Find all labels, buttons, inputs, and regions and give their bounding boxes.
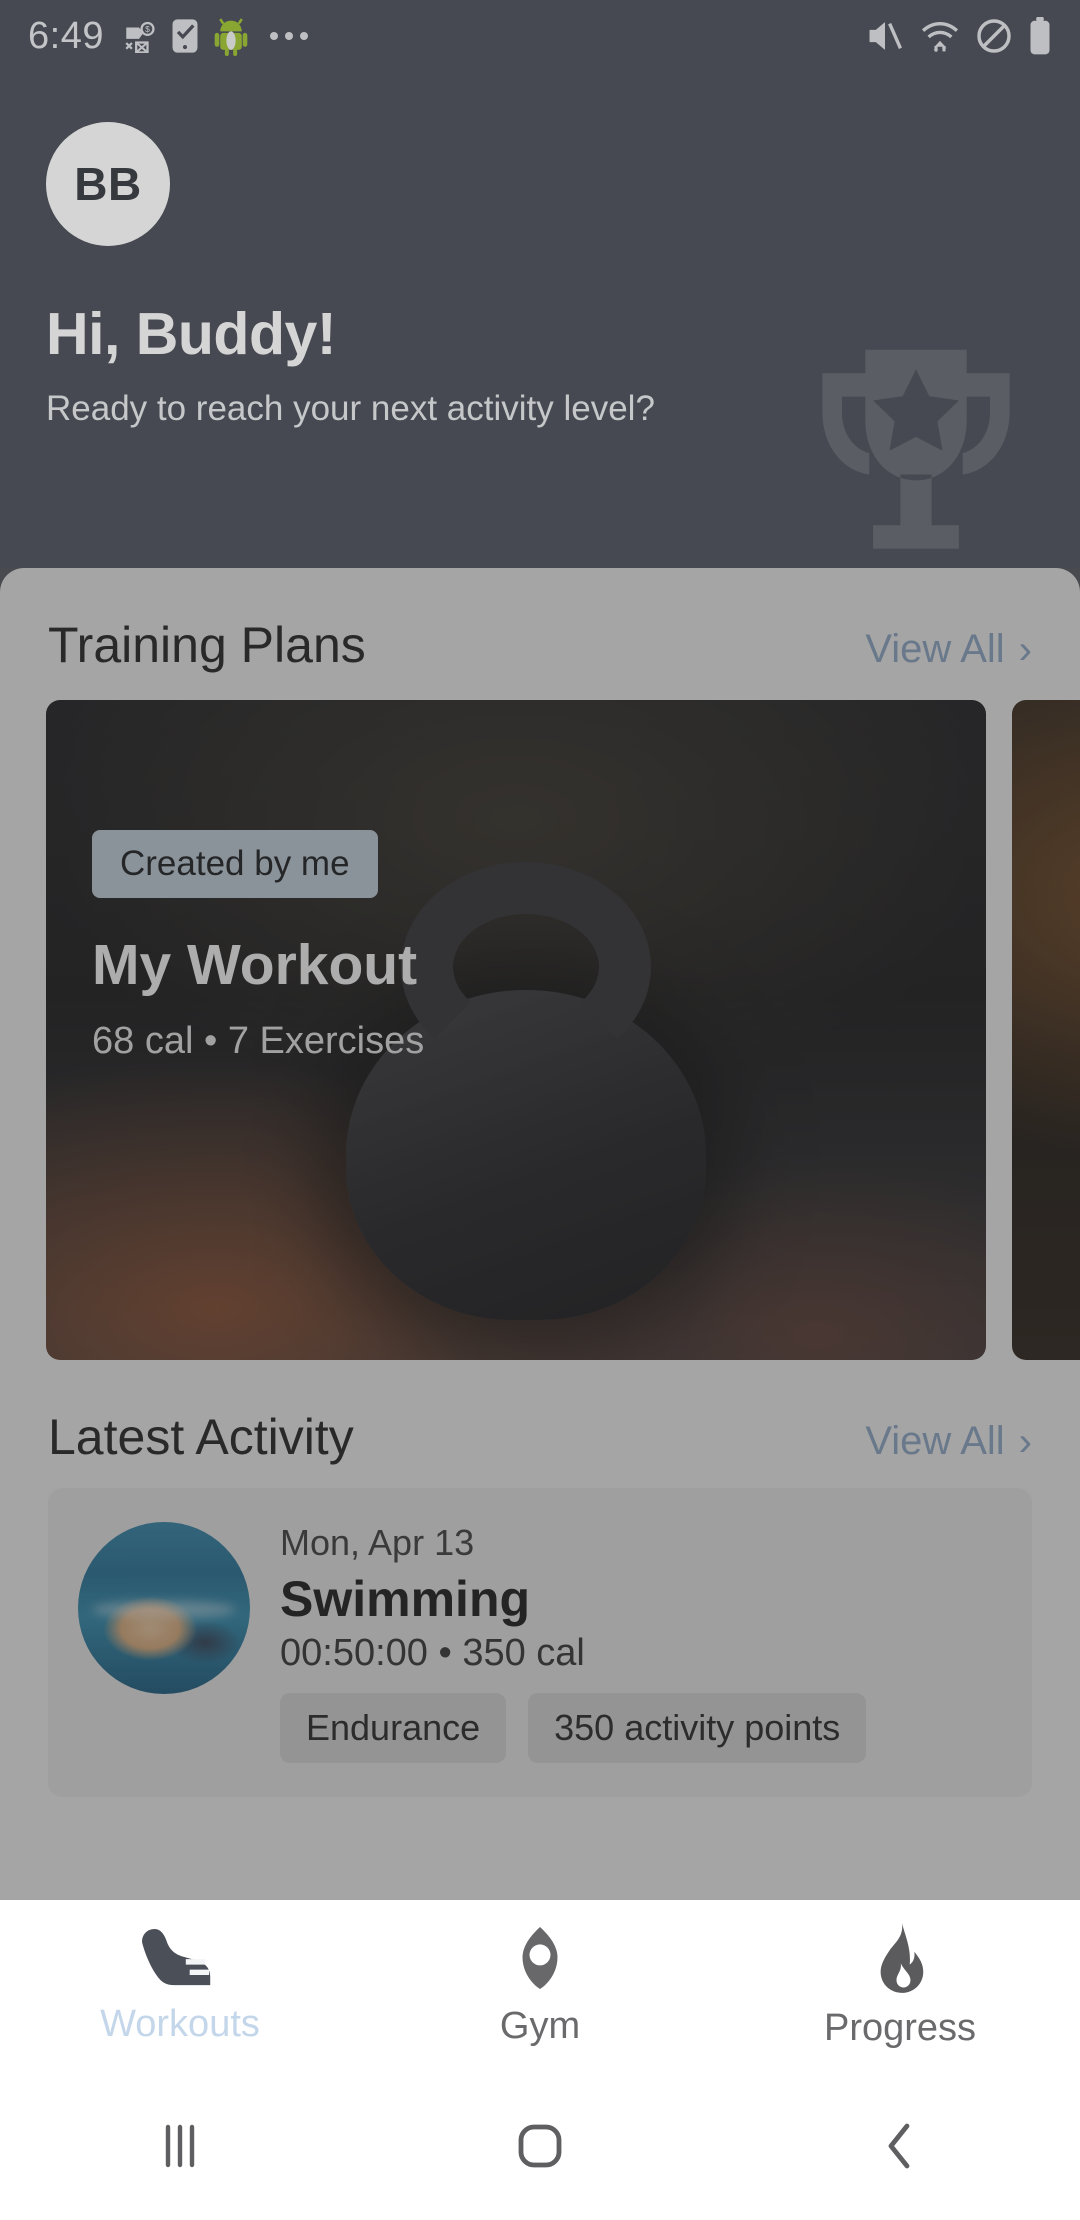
back-button[interactable] bbox=[720, 2120, 1080, 2172]
training-plan-card[interactable]: Created by me My Workout 68 cal • 7 Exer… bbox=[46, 700, 986, 1360]
page-title: Hi, Buddy! bbox=[46, 301, 336, 367]
status-badge: 350 activity points bbox=[528, 1693, 867, 1763]
activity-name: Swimming bbox=[280, 1571, 531, 1627]
latest-activity-title: Latest Activity bbox=[48, 1409, 354, 1465]
svg-text:$: $ bbox=[145, 24, 150, 34]
status-right-icons bbox=[866, 17, 1052, 55]
android-robot-icon bbox=[214, 18, 248, 56]
status-left-icons: $ bbox=[122, 16, 308, 56]
latest-activity-view-all[interactable]: View All › bbox=[865, 1419, 1032, 1464]
tab-gym[interactable]: Gym bbox=[360, 1925, 720, 2048]
latest-activity-header: Latest Activity View All › bbox=[0, 1408, 1080, 1466]
status-bar: 6:49 $ bbox=[0, 0, 1080, 72]
shoe-icon bbox=[142, 1928, 211, 1985]
activity-details: Mon, Apr 13 Swimming 00:50:00 • 350 cal … bbox=[280, 1522, 1002, 1763]
tab-progress[interactable]: Progress bbox=[720, 1922, 1080, 2050]
view-all-label: View All bbox=[865, 627, 1005, 671]
tab-workouts[interactable]: Workouts bbox=[0, 1927, 360, 2046]
avatar-initials: BB bbox=[74, 158, 142, 210]
status-time: 6:49 bbox=[28, 14, 104, 57]
chevron-right-icon: › bbox=[1018, 1419, 1032, 1464]
recents-icon bbox=[165, 2124, 195, 2168]
avatar[interactable]: BB bbox=[46, 122, 170, 246]
recents-button[interactable] bbox=[0, 2123, 360, 2169]
home-icon bbox=[518, 2124, 562, 2168]
swimming-photo bbox=[78, 1522, 250, 1694]
wifi-icon bbox=[921, 21, 959, 53]
tab-label: Workouts bbox=[100, 2002, 260, 2045]
battery-full-icon bbox=[1030, 17, 1050, 55]
system-navigation-bar bbox=[0, 2072, 1080, 2220]
status-badge: Endurance bbox=[280, 1693, 507, 1763]
header-banner: BB Hi, Buddy! Ready to reach your next a… bbox=[0, 72, 1080, 568]
do-not-disturb-icon bbox=[977, 19, 1011, 53]
activity-date: Mon, Apr 13 bbox=[280, 1522, 475, 1563]
training-plans-rail[interactable]: Created by me My Workout 68 cal • 7 Exer… bbox=[0, 700, 1080, 1360]
home-button[interactable] bbox=[360, 2120, 720, 2172]
bottom-navigation: Workouts Gym Progress bbox=[0, 1900, 1080, 2072]
training-plans-view-all[interactable]: View All › bbox=[865, 627, 1032, 672]
training-plans-header: Training Plans View All › bbox=[0, 616, 1080, 674]
training-plan-card[interactable] bbox=[1012, 700, 1080, 1360]
chevron-right-icon: › bbox=[1018, 627, 1032, 672]
plan-title: My Workout bbox=[92, 933, 418, 997]
mute-icon bbox=[869, 22, 903, 50]
activity-meta: 00:50:00 • 350 cal bbox=[280, 1632, 585, 1674]
back-icon bbox=[888, 2123, 910, 2169]
money-off-icon: $ bbox=[125, 21, 155, 53]
flame-icon bbox=[880, 1922, 924, 1993]
activity-chips: Endurance 350 activity points bbox=[280, 1693, 1002, 1763]
location-pin-icon bbox=[522, 1926, 558, 1989]
more-dots-icon bbox=[269, 32, 308, 40]
view-all-label: View All bbox=[865, 1419, 1005, 1463]
training-plans-title: Training Plans bbox=[48, 617, 366, 673]
header-subtitle: Ready to reach your next activity level? bbox=[46, 389, 655, 428]
tab-label: Gym bbox=[499, 2004, 581, 2047]
plan-badge: Created by me bbox=[92, 830, 378, 898]
tab-label: Progress bbox=[823, 2006, 977, 2049]
content-sheet: Training Plans View All › Created by me … bbox=[0, 568, 1080, 1900]
plan-meta: 68 cal • 7 Exercises bbox=[92, 1020, 425, 1062]
checkbox-phone-icon bbox=[172, 19, 198, 53]
trophy-icon bbox=[822, 349, 1010, 549]
list-item[interactable]: Mon, Apr 13 Swimming 00:50:00 • 350 cal … bbox=[48, 1488, 1032, 1797]
app-screen: 6:49 $ BB Hi, Buddy! Ready to reach your… bbox=[0, 0, 1080, 2220]
